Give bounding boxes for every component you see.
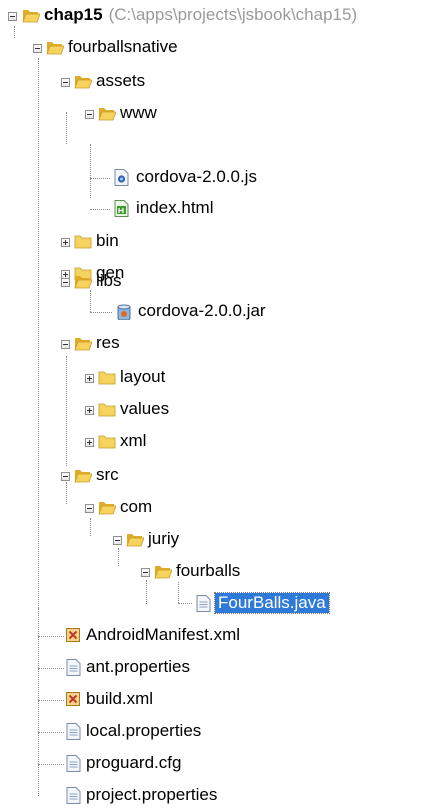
folder-icon [98, 403, 116, 417]
js-file-icon [114, 169, 129, 186]
tree-node-chap15[interactable]: chap15 (C:\apps\projects\jsbook\chap15) [0, 0, 427, 32]
tree-node-layout[interactable]: layout [0, 362, 427, 394]
tree-node-label: res [96, 333, 120, 352]
tree-node-cordova-jar[interactable]: cordova-2.0.0.jar [0, 296, 427, 328]
open-folder-icon [74, 338, 92, 351]
tree-node-fourballsnative[interactable]: fourballsnative [0, 32, 427, 64]
html-file-icon [114, 200, 129, 217]
tree-node-label: fourballsnative [68, 37, 178, 56]
tree-node-label: layout [120, 367, 166, 386]
expand-toggle[interactable] [61, 238, 70, 247]
tree-node-local-properties[interactable]: local.properties [0, 716, 427, 748]
xml-file-icon [66, 628, 80, 642]
tree-node-build-xml[interactable]: build.xml [0, 684, 427, 716]
collapse-toggle[interactable] [8, 12, 17, 21]
tree-node-label: src [96, 465, 119, 484]
tree-node-assets[interactable]: assets [0, 66, 427, 98]
file-icon [66, 723, 81, 740]
tree-node-com[interactable]: com [0, 492, 427, 524]
tree-node-src[interactable]: src [0, 460, 427, 492]
tree-node-fourballs-java[interactable]: FourBalls.java [0, 588, 427, 620]
tree-node-label: bin [96, 231, 119, 250]
tree-node-label: juriy [148, 529, 180, 548]
collapse-toggle[interactable] [61, 278, 70, 287]
open-folder-icon [46, 42, 64, 55]
tree-node-label: com [120, 497, 153, 516]
open-folder-icon [98, 502, 116, 515]
tree-node-proguard[interactable]: proguard.cfg [0, 748, 427, 780]
open-folder-icon [22, 10, 40, 23]
tree-node-label: cordova-2.0.0.js [136, 167, 257, 186]
collapse-toggle[interactable] [141, 568, 150, 577]
tree-node-label: ant.properties [86, 657, 190, 676]
tree-node-label: www [120, 103, 157, 122]
tree-node-label: chap15 (C:\apps\projects\jsbook\chap15) [44, 5, 358, 24]
expand-toggle[interactable] [85, 374, 94, 383]
tree-node-res[interactable]: res [0, 328, 427, 360]
folder-icon [74, 235, 92, 249]
tree-node-values[interactable]: values [0, 394, 427, 426]
open-folder-icon [126, 534, 144, 547]
collapse-toggle[interactable] [85, 504, 94, 513]
tree-node-androidmanifest[interactable]: AndroidManifest.xml [0, 620, 427, 652]
tree-node-bin[interactable]: bin [0, 226, 427, 258]
project-tree: chap15 (C:\apps\projects\jsbook\chap15) f… [0, 0, 427, 812]
tree-node-label: assets [96, 71, 146, 90]
tree-node-label: build.xml [86, 689, 154, 708]
tree-node-label: project.properties [86, 785, 218, 804]
tree-node-libs[interactable]: libs [0, 266, 427, 298]
open-folder-icon [154, 566, 172, 579]
project-path: (C:\apps\projects\jsbook\chap15) [108, 5, 358, 24]
java-file-icon [196, 595, 211, 612]
tree-node-fourballs[interactable]: fourballs [0, 556, 427, 588]
collapse-toggle[interactable] [61, 78, 70, 87]
file-icon [66, 659, 81, 676]
folder-icon [98, 435, 116, 449]
tree-node-www[interactable]: www [0, 98, 427, 130]
folder-icon [98, 371, 116, 385]
collapse-toggle[interactable] [85, 110, 94, 119]
open-folder-icon [74, 276, 92, 289]
file-icon [66, 787, 81, 804]
open-folder-icon [98, 108, 116, 121]
expand-toggle[interactable] [85, 438, 94, 447]
tree-node-label: values [120, 399, 170, 418]
open-folder-icon [74, 470, 92, 483]
jar-file-icon [117, 304, 131, 320]
tree-node-label: local.properties [86, 721, 202, 740]
xml-file-icon [66, 692, 80, 706]
tree-node-label: proguard.cfg [86, 753, 182, 772]
tree-node-label: FourBalls.java [214, 592, 330, 614]
open-folder-icon [74, 76, 92, 89]
tree-node-project-properties[interactable]: project.properties [0, 780, 427, 812]
file-icon [66, 755, 81, 772]
collapse-toggle[interactable] [61, 472, 70, 481]
tree-node-index-html[interactable]: index.html [0, 193, 427, 225]
tree-node-ant-properties[interactable]: ant.properties [0, 652, 427, 684]
tree-node-label: index.html [136, 198, 214, 217]
tree-node-xml[interactable]: xml [0, 426, 427, 458]
tree-node-label: fourballs [176, 561, 241, 580]
tree-node-label: xml [120, 431, 147, 450]
collapse-toggle[interactable] [33, 44, 42, 53]
tree-node-label: libs [96, 271, 122, 290]
expand-toggle[interactable] [85, 406, 94, 415]
tree-node-label: cordova-2.0.0.jar [138, 301, 266, 320]
collapse-toggle[interactable] [61, 340, 70, 349]
tree-node-cordova-js[interactable]: cordova-2.0.0.js [0, 162, 427, 194]
collapse-toggle[interactable] [113, 536, 122, 545]
tree-node-label: AndroidManifest.xml [86, 625, 241, 644]
tree-node-juriy[interactable]: juriy [0, 524, 427, 556]
